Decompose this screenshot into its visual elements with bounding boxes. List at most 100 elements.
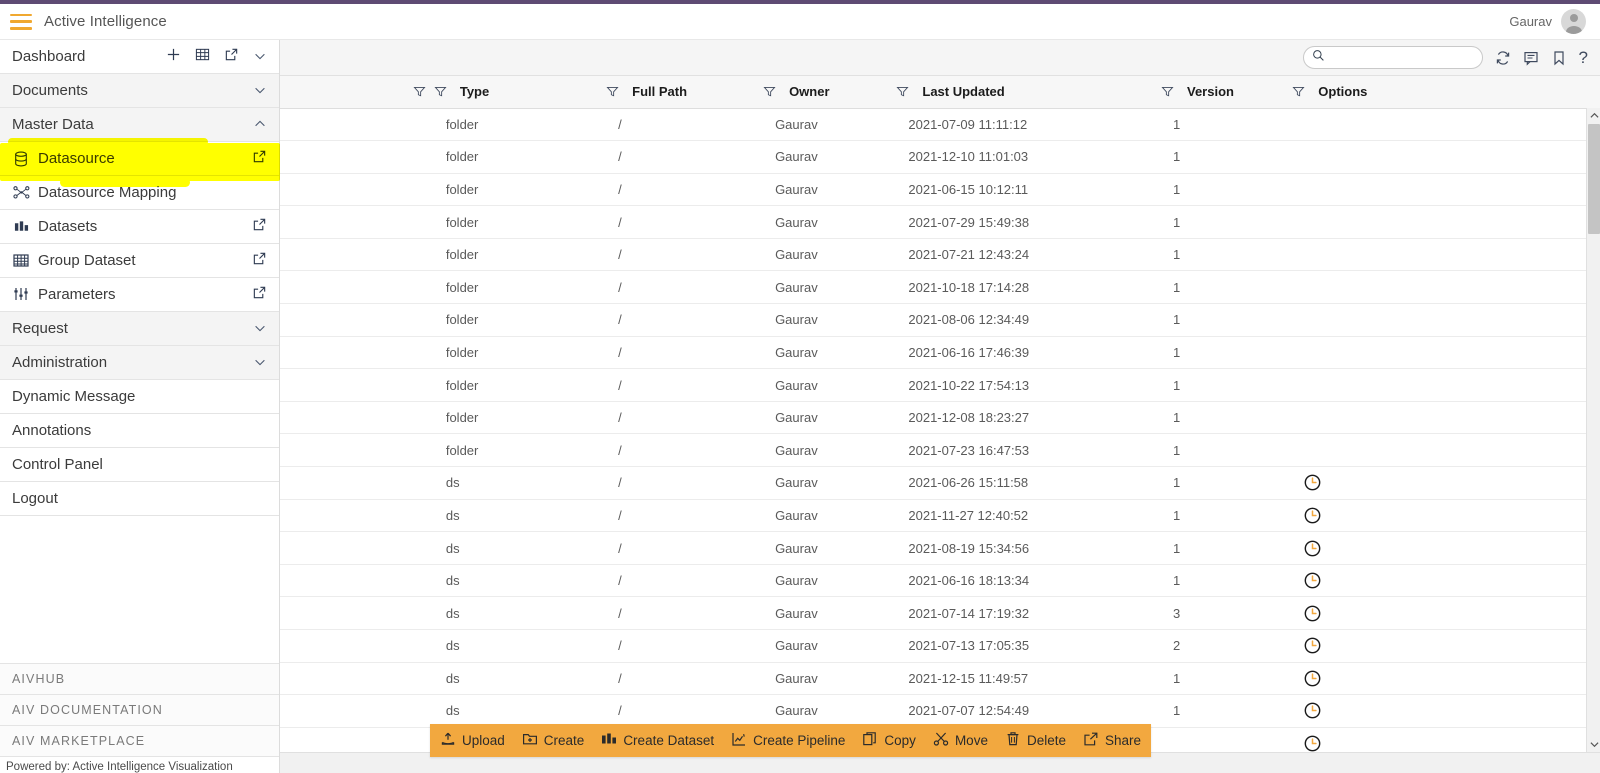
refresh-icon[interactable] xyxy=(1495,50,1511,66)
table-row[interactable]: folder / Gaurav 2021-06-16 17:46:39 1 xyxy=(280,336,1600,370)
sidebar-link-aiv-marketplace[interactable]: AIV MARKETPLACE xyxy=(0,726,279,757)
table-row[interactable]: ds / Gaurav 2021-08-19 15:34:56 1 xyxy=(280,531,1600,565)
clock-icon[interactable] xyxy=(1304,474,1588,491)
table-row[interactable]: ds / Gaurav 2021-11-27 12:40:52 1 xyxy=(280,499,1600,533)
chevron-down-icon[interactable] xyxy=(253,83,267,99)
table-row[interactable]: ds / Gaurav 2021-07-14 17:19:32 3 xyxy=(280,596,1600,630)
cell-options[interactable] xyxy=(1292,466,1600,500)
sidebar-link-aivhub[interactable]: AIVHUB xyxy=(0,664,279,695)
cell-options[interactable] xyxy=(1292,564,1600,598)
table-row[interactable]: ds / Gaurav 2021-12-15 11:49:57 1 xyxy=(280,662,1600,696)
sidebar-item-parameters[interactable]: Parameters xyxy=(0,278,279,312)
cell-options[interactable] xyxy=(1292,596,1600,630)
cell-options[interactable] xyxy=(1292,662,1600,696)
comment-icon[interactable] xyxy=(1523,50,1539,66)
action-delete-button[interactable]: Delete xyxy=(1005,731,1066,750)
clock-icon[interactable] xyxy=(1304,637,1588,654)
scroll-down-icon[interactable] xyxy=(1587,737,1600,752)
cell-options[interactable] xyxy=(1292,531,1600,565)
cell-options[interactable] xyxy=(1292,499,1600,533)
chevron-down-icon[interactable] xyxy=(253,355,267,371)
column-header-options[interactable]: Options xyxy=(1292,76,1600,109)
external-link-icon[interactable] xyxy=(252,149,267,168)
clock-icon[interactable] xyxy=(1304,702,1588,719)
table-row[interactable]: ds / Gaurav 2021-06-26 15:11:58 1 xyxy=(280,466,1600,500)
column-header-version[interactable]: Version xyxy=(1161,76,1293,109)
sidebar-item-datasource[interactable]: Datasource xyxy=(0,142,279,176)
table-row[interactable]: folder / Gaurav 2021-07-09 11:11:12 1 xyxy=(280,108,1600,142)
scroll-up-icon[interactable] xyxy=(1587,108,1600,123)
action-create-dataset-button[interactable]: Create Dataset xyxy=(601,732,714,750)
table-row[interactable]: ds / Gaurav 2021-07-07 12:54:49 1 xyxy=(280,694,1600,728)
sidebar-item-logout[interactable]: Logout xyxy=(0,482,279,516)
cell-options[interactable] xyxy=(1292,629,1600,663)
clock-icon[interactable] xyxy=(1304,670,1588,687)
filter-icon[interactable] xyxy=(606,85,619,98)
clock-icon[interactable] xyxy=(1304,540,1588,557)
sidebar-item-master-data[interactable]: Master Data xyxy=(0,108,279,142)
action-copy-button[interactable]: Copy xyxy=(862,731,916,750)
sidebar-item-dashboard[interactable]: Dashboard xyxy=(0,40,279,74)
hamburger-icon[interactable] xyxy=(10,13,32,30)
table-row[interactable]: folder / Gaurav 2021-07-29 15:49:38 1 xyxy=(280,205,1600,239)
filter-icon[interactable] xyxy=(1161,85,1174,98)
action-create-button[interactable]: Create xyxy=(522,731,584,750)
scrollbar-thumb[interactable] xyxy=(1588,124,1600,234)
external-link-icon[interactable] xyxy=(252,285,267,304)
action-move-button[interactable]: Move xyxy=(933,731,988,750)
action-create-pipeline-button[interactable]: Create Pipeline xyxy=(731,731,845,750)
filter-icon[interactable] xyxy=(413,85,426,98)
help-icon[interactable]: ? xyxy=(1579,49,1588,66)
table-row[interactable]: ds / Gaurav 2021-07-13 17:05:35 2 xyxy=(280,629,1600,663)
cell-options[interactable] xyxy=(1292,694,1600,728)
column-header-full-path[interactable]: Full Path xyxy=(606,76,764,109)
chevron-down-icon[interactable] xyxy=(253,49,267,65)
filter-icon[interactable] xyxy=(434,85,447,98)
sidebar-item-documents[interactable]: Documents xyxy=(0,74,279,108)
table-row[interactable]: folder / Gaurav 2021-12-08 18:23:27 1 xyxy=(280,401,1600,435)
chevron-up-icon[interactable] xyxy=(253,117,267,133)
search-input[interactable] xyxy=(1329,50,1474,65)
column-header-name[interactable] xyxy=(280,76,434,109)
table-row[interactable]: folder / Gaurav 2021-10-18 17:14:28 1 xyxy=(280,270,1600,305)
table-row[interactable]: folder / Gaurav 2021-07-23 16:47:53 1 xyxy=(280,433,1600,468)
clock-icon[interactable] xyxy=(1304,735,1588,752)
column-header-last-updated[interactable]: Last Updated xyxy=(896,76,1161,109)
vertical-scrollbar[interactable] xyxy=(1586,108,1600,752)
table-icon[interactable] xyxy=(195,47,210,66)
clock-icon[interactable] xyxy=(1304,572,1588,589)
action-upload-button[interactable]: Upload xyxy=(440,731,505,750)
external-link-icon[interactable] xyxy=(252,217,267,236)
table-row[interactable]: folder / Gaurav 2021-12-10 11:01:03 1 xyxy=(280,140,1600,174)
sidebar-item-group-dataset[interactable]: Group Dataset xyxy=(0,244,279,278)
filter-icon[interactable] xyxy=(763,85,776,98)
clock-icon[interactable] xyxy=(1304,605,1588,622)
clock-icon[interactable] xyxy=(1304,507,1588,524)
external-link-icon[interactable] xyxy=(252,251,267,270)
user-avatar-icon[interactable] xyxy=(1561,9,1586,34)
filter-icon[interactable] xyxy=(896,85,909,98)
sidebar-link-aiv-documentation[interactable]: AIV DOCUMENTATION xyxy=(0,695,279,726)
column-header-type[interactable]: Type xyxy=(433,76,607,109)
search-box[interactable] xyxy=(1302,46,1483,69)
table-row[interactable]: folder / Gaurav 2021-08-06 12:34:49 1 xyxy=(280,303,1600,337)
sidebar-item-annotations[interactable]: Annotations xyxy=(0,414,279,448)
filter-icon[interactable] xyxy=(1292,85,1305,98)
sidebar-item-datasets[interactable]: Datasets xyxy=(0,210,279,244)
sidebar-item-control-panel[interactable]: Control Panel xyxy=(0,448,279,482)
cell-options[interactable] xyxy=(1292,727,1600,752)
bookmark-icon[interactable] xyxy=(1551,50,1567,66)
sidebar-item-request[interactable]: Request xyxy=(0,312,279,346)
sidebar-item-administration[interactable]: Administration xyxy=(0,346,279,380)
external-link-icon[interactable] xyxy=(224,47,239,66)
sidebar-item-datasource-mapping[interactable]: Datasource Mapping xyxy=(0,176,279,210)
table-row[interactable]: folder / Gaurav 2021-07-21 12:43:24 1 xyxy=(280,238,1600,272)
table-row[interactable]: folder / Gaurav 2021-06-15 10:12:11 1 xyxy=(280,173,1600,207)
plus-icon[interactable] xyxy=(166,47,181,66)
table-row[interactable]: ds / Gaurav 2021-06-16 18:13:34 1 xyxy=(280,564,1600,598)
column-header-owner[interactable]: Owner xyxy=(763,76,897,109)
table-row[interactable]: folder / Gaurav 2021-10-22 17:54:13 1 xyxy=(280,368,1600,402)
sidebar-item-dynamic-message[interactable]: Dynamic Message xyxy=(0,380,279,414)
action-share-button[interactable]: Share xyxy=(1083,731,1141,750)
chevron-down-icon[interactable] xyxy=(253,321,267,337)
